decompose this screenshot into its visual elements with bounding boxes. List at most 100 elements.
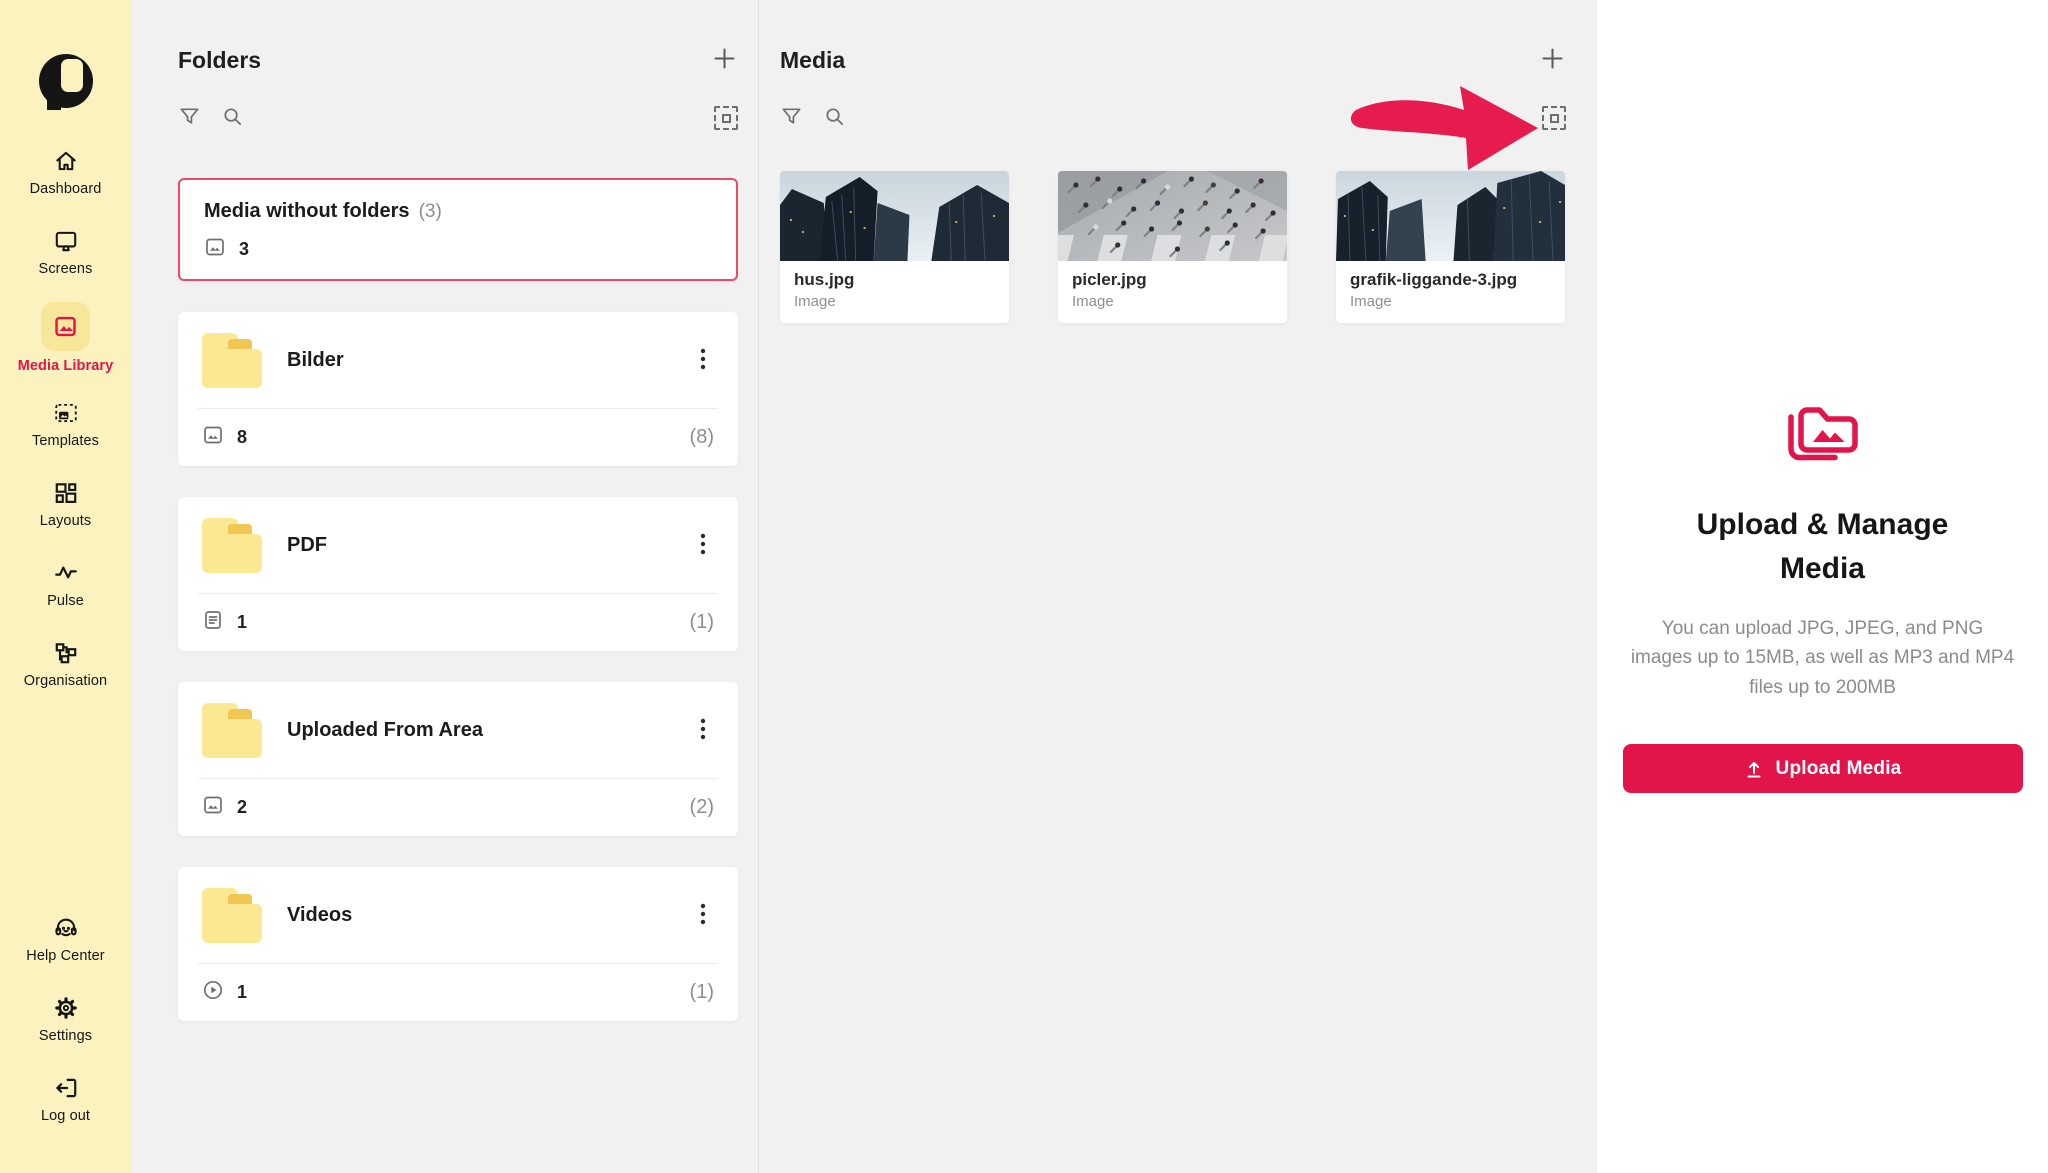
select-all-icon	[1542, 106, 1566, 130]
sidebar-item-label: Settings	[39, 1028, 92, 1044]
media-folder-icon	[1782, 396, 1864, 471]
folder-name: Videos	[287, 904, 352, 927]
sidebar-item-label: Screens	[39, 261, 93, 277]
folder-count-badge: (1)	[690, 611, 714, 634]
media-filename: picler.jpg	[1072, 270, 1273, 290]
gear-icon	[53, 995, 79, 1021]
media-type-label: Image	[1350, 293, 1551, 310]
upload-button-label: Upload Media	[1776, 758, 1902, 780]
filter-icon	[178, 105, 201, 131]
add-folder-button[interactable]	[711, 45, 738, 75]
media-card-hus[interactable]: hus.jpg Image	[780, 171, 1009, 323]
media-without-folders-card[interactable]: Media without folders (3) 3	[178, 178, 738, 281]
filter-icon	[780, 105, 803, 131]
upload-panel-description: You can upload JPG, JPEG, and PNG images…	[1630, 614, 2016, 702]
unfiled-card-title: Media without folders	[204, 200, 410, 223]
folder-menu-button[interactable]	[692, 531, 714, 560]
folders-panel-title: Folders	[178, 47, 261, 74]
folder-name: Bilder	[287, 349, 344, 372]
media-type-label: Image	[1072, 293, 1273, 310]
home-icon	[53, 148, 79, 174]
sidebar-item-screens[interactable]: Screens	[0, 212, 131, 292]
folder-item-count: 2	[237, 797, 247, 818]
sidebar-item-media-library[interactable]: Media Library	[0, 292, 131, 384]
folder-menu-button[interactable]	[692, 346, 714, 375]
image-outline-icon	[204, 236, 226, 263]
plus-icon	[711, 45, 738, 75]
sidebar-item-settings[interactable]: Settings	[0, 979, 131, 1059]
media-library-icon	[41, 302, 90, 351]
search-icon	[823, 105, 846, 131]
folder-card-uploaded-from-area[interactable]: Uploaded From Area 2 (2)	[178, 682, 738, 836]
media-panel: Media	[780, 40, 1566, 323]
monitor-icon	[53, 228, 79, 254]
headset-icon	[53, 915, 79, 941]
folders-filter-button[interactable]	[178, 105, 201, 131]
folder-count-badge: (8)	[690, 426, 714, 449]
sidebar-item-dashboard[interactable]: Dashboard	[0, 132, 131, 212]
sidebar: Dashboard Screens Media Library	[0, 0, 131, 1173]
sidebar-item-label: Layouts	[40, 513, 92, 529]
folder-icon	[202, 333, 262, 388]
upload-media-button[interactable]: Upload Media	[1623, 744, 2023, 793]
folder-card-pdf[interactable]: PDF 1 (1)	[178, 497, 738, 651]
upload-icon	[1744, 759, 1764, 779]
kebab-icon	[692, 901, 714, 930]
folder-menu-button[interactable]	[692, 716, 714, 745]
play-circle-icon	[202, 979, 224, 1006]
folder-item-count: 1	[237, 982, 247, 1003]
media-card-grafik-liggande-3[interactable]: grafik-liggande-3.jpg Image	[1336, 171, 1565, 323]
sidebar-item-pulse[interactable]: Pulse	[0, 544, 131, 624]
layouts-icon	[53, 480, 79, 506]
sidebar-item-log-out[interactable]: Log out	[0, 1059, 131, 1139]
folders-select-button[interactable]	[714, 106, 738, 130]
sidebar-item-label: Media Library	[18, 358, 114, 374]
pulse-icon	[53, 560, 79, 586]
kebab-icon	[692, 716, 714, 745]
image-outline-icon	[202, 794, 224, 821]
folder-item-count: 8	[237, 427, 247, 448]
folder-menu-button[interactable]	[692, 901, 714, 930]
plus-icon	[1539, 45, 1566, 75]
folder-card-bilder[interactable]: Bilder 8 (8)	[178, 312, 738, 466]
media-card-picler[interactable]: picler.jpg Image	[1058, 171, 1287, 323]
panel-divider	[758, 0, 759, 1173]
sidebar-item-templates[interactable]: Templates	[0, 384, 131, 464]
folder-name: PDF	[287, 534, 327, 557]
media-thumbnail	[780, 171, 1009, 261]
sidebar-item-label: Log out	[41, 1108, 90, 1124]
media-thumbnail	[1336, 171, 1565, 261]
media-panel-title: Media	[780, 47, 845, 74]
document-icon	[202, 609, 224, 636]
folder-count-badge: (2)	[690, 796, 714, 819]
heading-line: Upload & Manage	[1697, 503, 1949, 547]
media-thumbnail	[1058, 171, 1287, 261]
heading-line: Media	[1697, 547, 1949, 591]
upload-panel: Upload & Manage Media You can upload JPG…	[1597, 0, 2048, 1173]
org-chart-icon	[53, 640, 79, 666]
folder-item-count: 1	[237, 612, 247, 633]
folders-search-button[interactable]	[221, 105, 244, 131]
folders-panel: Folders Media without folders (3)	[178, 40, 738, 1021]
sidebar-footer-nav: Help Center Settings Lo	[0, 899, 131, 1173]
folder-icon	[202, 888, 262, 943]
logout-icon	[53, 1075, 79, 1101]
media-search-button[interactable]	[823, 105, 846, 131]
sidebar-item-label: Pulse	[47, 593, 84, 609]
sidebar-item-organisation[interactable]: Organisation	[0, 624, 131, 704]
sidebar-item-help-center[interactable]: Help Center	[0, 899, 131, 979]
add-media-button[interactable]	[1539, 45, 1566, 75]
sidebar-item-layouts[interactable]: Layouts	[0, 464, 131, 544]
sidebar-item-label: Organisation	[24, 673, 107, 689]
media-filename: grafik-liggande-3.jpg	[1350, 270, 1551, 290]
folder-card-videos[interactable]: Videos 1 (1)	[178, 867, 738, 1021]
sidebar-item-label: Templates	[32, 433, 99, 449]
playipp-logo	[39, 54, 93, 108]
unfiled-media-count: 3	[239, 239, 249, 260]
search-icon	[221, 105, 244, 131]
folder-icon	[202, 518, 262, 573]
media-filter-button[interactable]	[780, 105, 803, 131]
media-select-button[interactable]	[1542, 106, 1566, 130]
kebab-icon	[692, 531, 714, 560]
unfiled-card-count-badge: (3)	[419, 201, 442, 223]
